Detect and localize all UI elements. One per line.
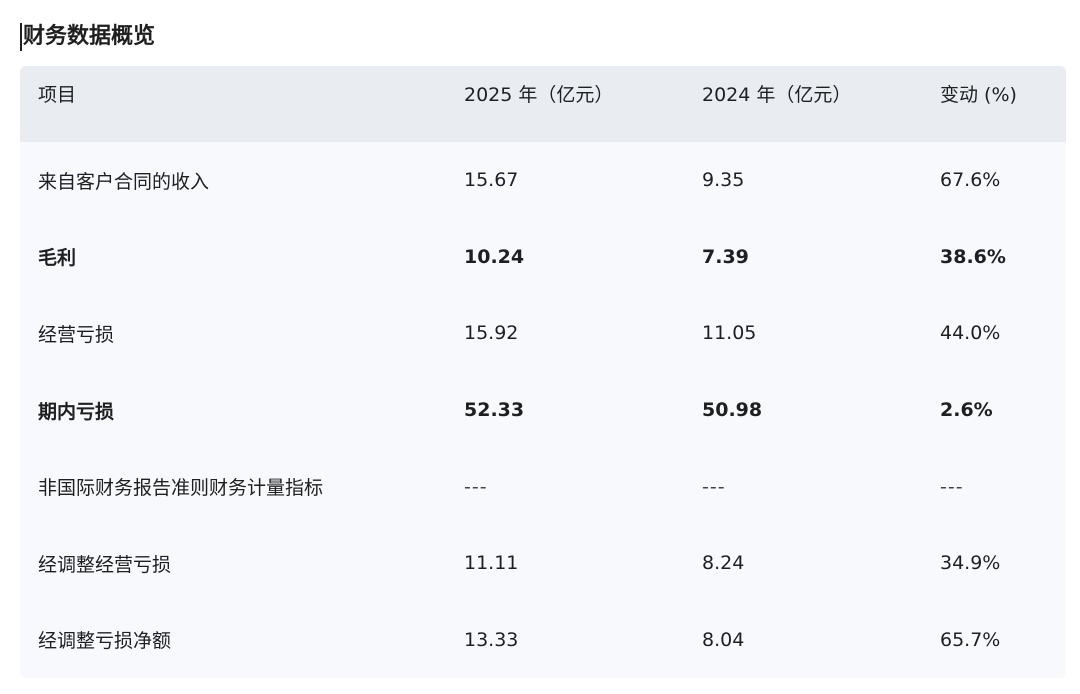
table-row: 毛利 10.24 7.39 38.6% <box>20 219 1066 296</box>
cell-change: 38.6% <box>940 245 1006 268</box>
cell-2024: --- <box>702 475 726 498</box>
header-2024: 2024 年（亿元） <box>702 84 852 106</box>
cell-item: 经营亏损 <box>38 323 115 346</box>
cell-change: 65.7% <box>940 628 1001 651</box>
page-title: 财务数据概览 <box>23 24 156 49</box>
cell-2024: 11.05 <box>702 322 757 345</box>
cell-item: 经调整亏损净额 <box>38 630 172 653</box>
table-header: 项目 2025 年（亿元） 2024 年（亿元） 变动 (%) <box>20 66 1066 142</box>
cell-2025: 13.33 <box>464 628 519 651</box>
cell-change: 2.6% <box>940 399 993 422</box>
cell-2024: 8.24 <box>702 552 745 575</box>
cell-2025: 15.92 <box>464 322 519 345</box>
cell-2024: 8.04 <box>702 628 745 651</box>
cell-change: 44.0% <box>940 322 1001 345</box>
cell-2024: 7.39 <box>702 245 749 268</box>
table-body: 来自客户合同的收入 15.67 9.35 67.6% 毛利 10.24 7.39… <box>20 142 1066 678</box>
table-row: 经调整经营亏损 11.11 8.24 34.9% <box>20 525 1066 602</box>
cell-change: 67.6% <box>940 169 1001 192</box>
page: 财务数据概览 项目 2025 年（亿元） 2024 年（亿元） 变动 (%) 来… <box>0 0 1080 694</box>
cell-2025: --- <box>464 475 488 498</box>
cell-2024: 50.98 <box>702 399 763 422</box>
header-change: 变动 (%) <box>940 84 1017 106</box>
cell-item: 期内亏损 <box>38 400 115 423</box>
header-2025: 2025 年（亿元） <box>464 84 614 106</box>
financial-table: 项目 2025 年（亿元） 2024 年（亿元） 变动 (%) 来自客户合同的收… <box>20 66 1066 678</box>
text-cursor <box>20 23 22 51</box>
cell-change: --- <box>940 475 964 498</box>
table-row: 期内亏损 52.33 50.98 2.6% <box>20 372 1066 449</box>
cell-change: 34.9% <box>940 552 1001 575</box>
table-row: 经调整亏损净额 13.33 8.04 65.7% <box>20 602 1066 678</box>
header-item: 项目 <box>38 84 77 106</box>
financial-table-container: 项目 2025 年（亿元） 2024 年（亿元） 变动 (%) 来自客户合同的收… <box>20 66 1066 678</box>
cell-2025: 11.11 <box>464 552 519 575</box>
cell-2025: 15.67 <box>464 169 519 192</box>
table-row: 非国际财务报告准则财务计量指标 --- --- --- <box>20 448 1066 525</box>
cell-2024: 9.35 <box>702 169 745 192</box>
cell-item: 经调整经营亏损 <box>38 553 172 576</box>
cell-item: 非国际财务报告准则财务计量指标 <box>38 477 324 500</box>
table-row: 来自客户合同的收入 15.67 9.35 67.6% <box>20 142 1066 219</box>
table-header-row: 项目 2025 年（亿元） 2024 年（亿元） 变动 (%) <box>20 66 1066 142</box>
table-row: 经营亏损 15.92 11.05 44.0% <box>20 295 1066 372</box>
cell-2025: 52.33 <box>464 399 525 422</box>
cell-item: 毛利 <box>38 247 77 270</box>
cell-item: 来自客户合同的收入 <box>38 170 210 193</box>
cell-2025: 10.24 <box>464 245 525 268</box>
